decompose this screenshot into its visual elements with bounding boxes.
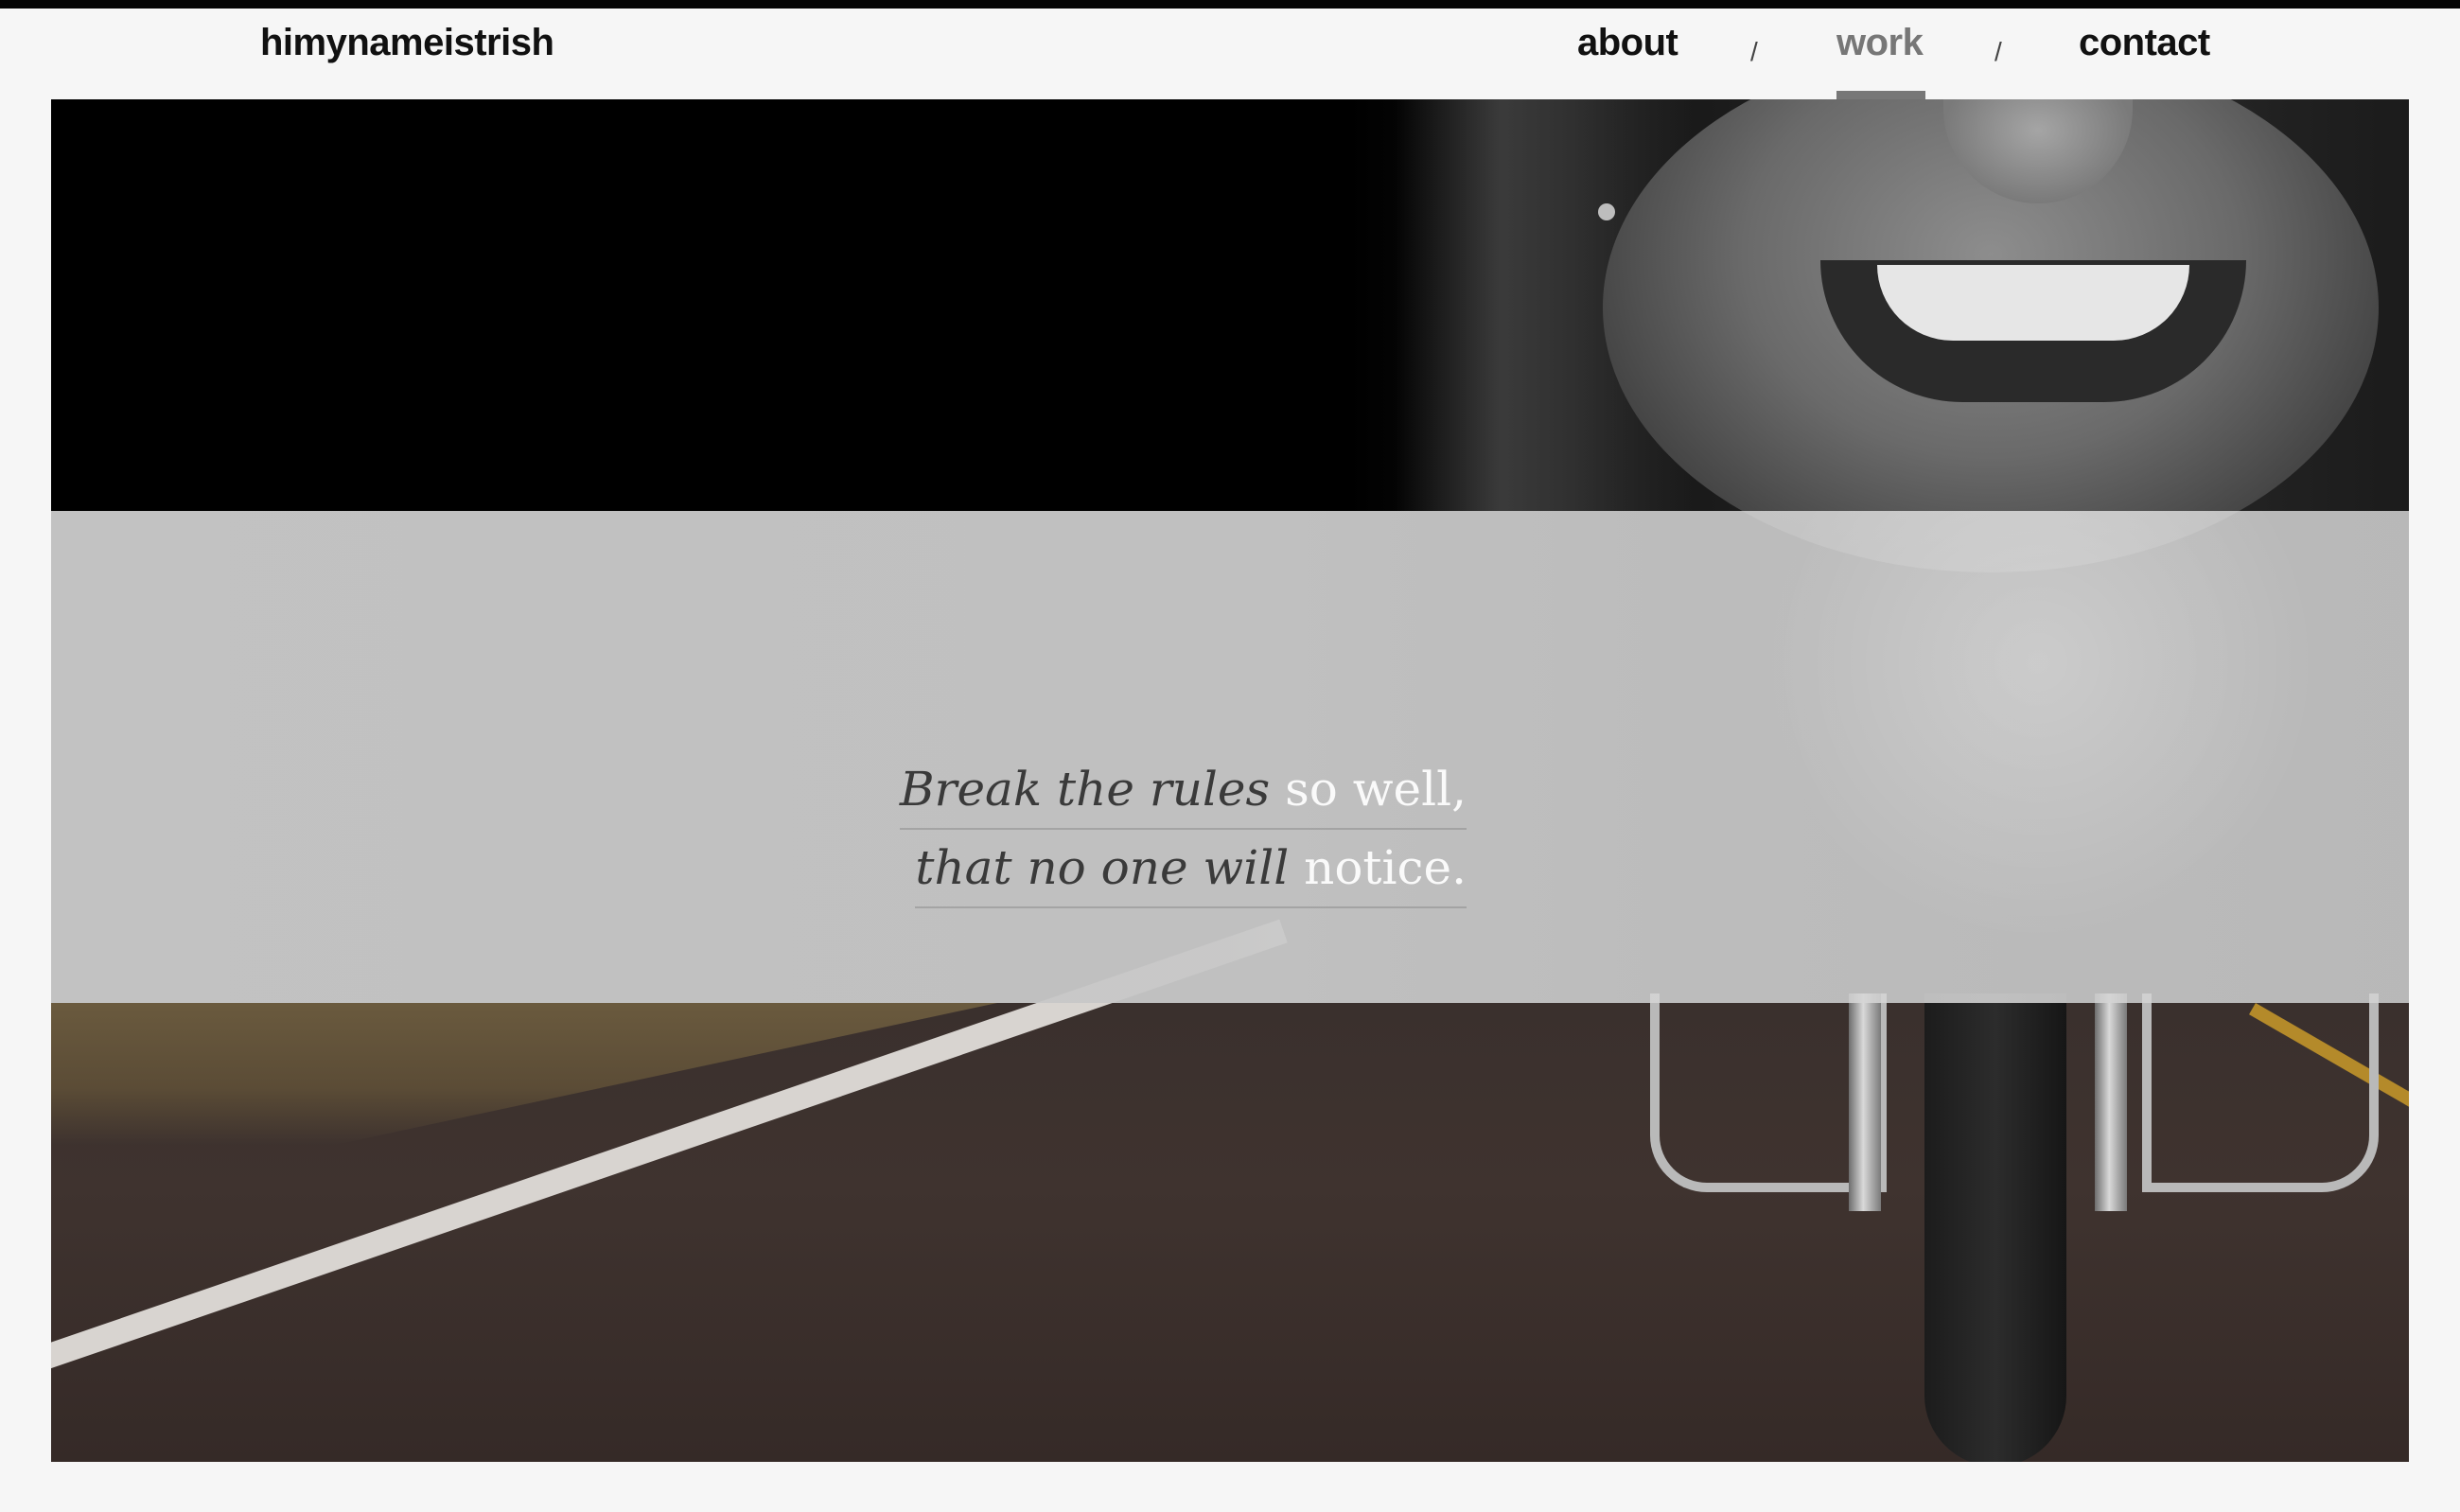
nav-work-link[interactable]: work bbox=[1836, 22, 1924, 64]
fork-right bbox=[2095, 993, 2127, 1211]
nav-contact-link[interactable]: contact bbox=[2079, 22, 2210, 64]
tagline: Break the rules so well, that no one wil… bbox=[51, 511, 2409, 1003]
tagline-line-1-plain: so well, bbox=[1285, 762, 1467, 817]
site-logo-link[interactable]: himynameistrish bbox=[260, 22, 554, 64]
tagline-band: Break the rules so well, that no one wil… bbox=[51, 511, 2409, 1003]
teeth-shape bbox=[1877, 265, 2189, 341]
fork-left bbox=[1849, 993, 1881, 1211]
crash-bar-right bbox=[2142, 993, 2379, 1192]
top-rule bbox=[0, 0, 2460, 9]
earring-shape bbox=[1598, 203, 1615, 220]
nav-separator: / bbox=[1750, 37, 1758, 66]
nav-about-link[interactable]: about bbox=[1577, 22, 1678, 64]
hero-image: Break the rules so well, that no one wil… bbox=[51, 99, 2409, 1462]
site-header: himynameistrish about / work / contact bbox=[0, 9, 2460, 100]
motorcycle-tire bbox=[1924, 993, 2066, 1462]
nav-separator: / bbox=[1994, 37, 2002, 66]
hero-portrait-area bbox=[51, 99, 2409, 572]
tagline-line-1: Break the rules so well, bbox=[899, 762, 1467, 830]
tagline-line-1-italic: Break the rules bbox=[899, 762, 1271, 817]
road-area bbox=[51, 919, 2409, 1462]
tagline-line-2-italic: that no one will bbox=[915, 840, 1290, 895]
tagline-line-2: that no one will notice. bbox=[915, 840, 1467, 908]
tagline-line-2-plain: notice. bbox=[1304, 840, 1467, 895]
